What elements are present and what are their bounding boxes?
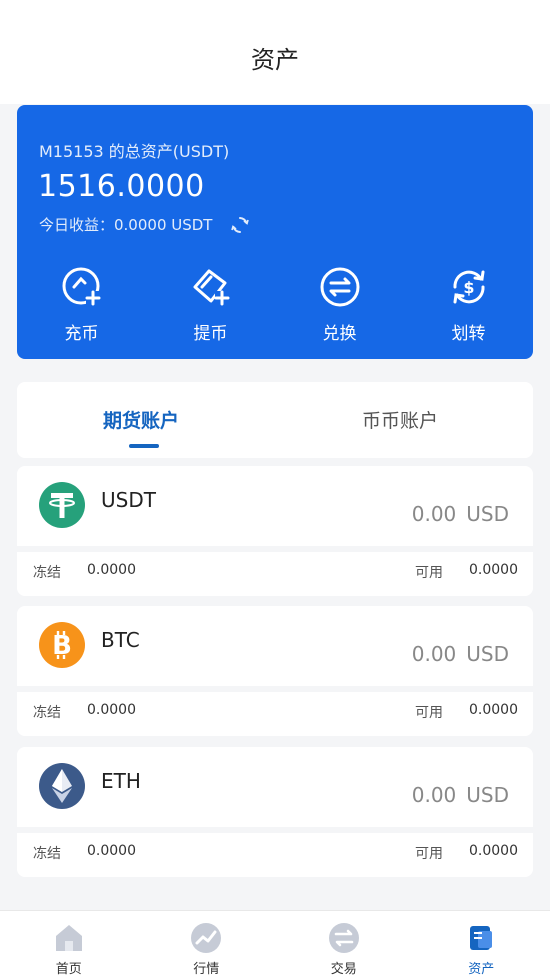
tabbar-label: 资产	[468, 958, 494, 977]
frozen-label: 冻结	[33, 702, 61, 722]
frozen-value: 0.0000	[87, 702, 136, 718]
svg-text:$: $	[463, 278, 474, 297]
page-title: 资产	[0, 40, 550, 75]
today-earnings-row: 今日收益：0.0000 USDT	[39, 214, 250, 235]
tabbar-label: 交易	[331, 958, 357, 977]
tabbar-item-assets[interactable]: 资产	[413, 911, 550, 979]
assets-icon	[464, 921, 498, 955]
divider	[17, 827, 533, 833]
available-value: 0.0000	[469, 702, 518, 718]
coin-name: ETH	[101, 769, 141, 793]
frozen-label: 冻结	[33, 562, 61, 582]
exchange-label: 兑换	[323, 319, 357, 344]
withdraw-label: 提币	[194, 319, 228, 344]
tabbar-item-trade[interactable]: 交易	[275, 911, 413, 979]
tabbar-label: 行情	[193, 958, 219, 977]
transfer-button[interactable]: $ 划转	[404, 265, 533, 344]
trade-icon	[327, 921, 361, 955]
asset-summary-card: M15153 的总资产(USDT) 1516.0000 今日收益：0.0000 …	[17, 105, 533, 359]
coin-usd-value: 0.00 USD	[402, 783, 509, 807]
deposit-icon	[60, 265, 104, 309]
frozen-value: 0.0000	[87, 843, 136, 859]
market-icon	[189, 921, 223, 955]
withdraw-icon	[189, 265, 233, 309]
tab-futures-account[interactable]: 期货账户	[103, 406, 179, 433]
tabbar-item-market[interactable]: 行情	[138, 911, 276, 979]
exchange-button[interactable]: 兑换	[275, 265, 404, 344]
exchange-icon	[318, 265, 362, 309]
available-label: 可用	[415, 843, 443, 863]
available-label: 可用	[415, 702, 443, 722]
bottom-tab-bar: 首页 行情 交易 资产	[0, 910, 550, 979]
available-value: 0.0000	[469, 843, 518, 859]
coin-value-unit: USD	[466, 783, 509, 807]
deposit-label: 充币	[65, 319, 99, 344]
usdt-icon	[39, 482, 85, 528]
frozen-value: 0.0000	[87, 562, 136, 578]
frozen-label: 冻结	[33, 843, 61, 863]
withdraw-button[interactable]: 提币	[146, 265, 275, 344]
header: 资产	[0, 0, 550, 104]
coin-value-amount: 0.00	[412, 502, 457, 526]
tabbar-label: 首页	[56, 958, 82, 977]
eth-icon	[39, 763, 85, 809]
account-tabs: 期货账户 币币账户	[17, 382, 533, 458]
deposit-button[interactable]: 充币	[17, 265, 146, 344]
tab-spot-account[interactable]: 币币账户	[362, 406, 438, 433]
divider	[17, 546, 533, 552]
active-tab-indicator	[129, 444, 159, 448]
transfer-icon: $	[447, 265, 491, 309]
svg-text:B: B	[52, 631, 72, 661]
coin-value-unit: USD	[466, 502, 509, 526]
total-assets-label: M15153 的总资产(USDT)	[39, 138, 229, 162]
coin-usd-value: 0.00 USD	[402, 642, 509, 666]
coin-value-unit: USD	[466, 642, 509, 666]
btc-icon: B	[39, 622, 85, 668]
home-icon	[52, 921, 86, 955]
coin-value-amount: 0.00	[412, 783, 457, 807]
available-value: 0.0000	[469, 562, 518, 578]
coin-usd-value: 0.00 USD	[402, 502, 509, 526]
coin-value-amount: 0.00	[412, 642, 457, 666]
coin-name: USDT	[101, 488, 156, 512]
transfer-label: 划转	[452, 319, 486, 344]
account-card-usdt[interactable]: USDT 0.00 USD 冻结 0.0000 可用 0.0000	[17, 466, 533, 596]
available-label: 可用	[415, 562, 443, 582]
total-assets-value: 1516.0000	[38, 169, 205, 204]
account-card-btc[interactable]: B BTC 0.00 USD 冻结 0.0000 可用 0.0000	[17, 606, 533, 736]
divider	[17, 686, 533, 692]
refresh-icon[interactable]	[230, 215, 250, 235]
asset-actions: 充币 提币 兑换 $	[17, 265, 533, 344]
coin-name: BTC	[101, 628, 140, 652]
today-earnings-text: 今日收益：0.0000 USDT	[39, 214, 212, 235]
account-card-eth[interactable]: ETH 0.00 USD 冻结 0.0000 可用 0.0000	[17, 747, 533, 877]
tabbar-item-home[interactable]: 首页	[0, 911, 138, 979]
